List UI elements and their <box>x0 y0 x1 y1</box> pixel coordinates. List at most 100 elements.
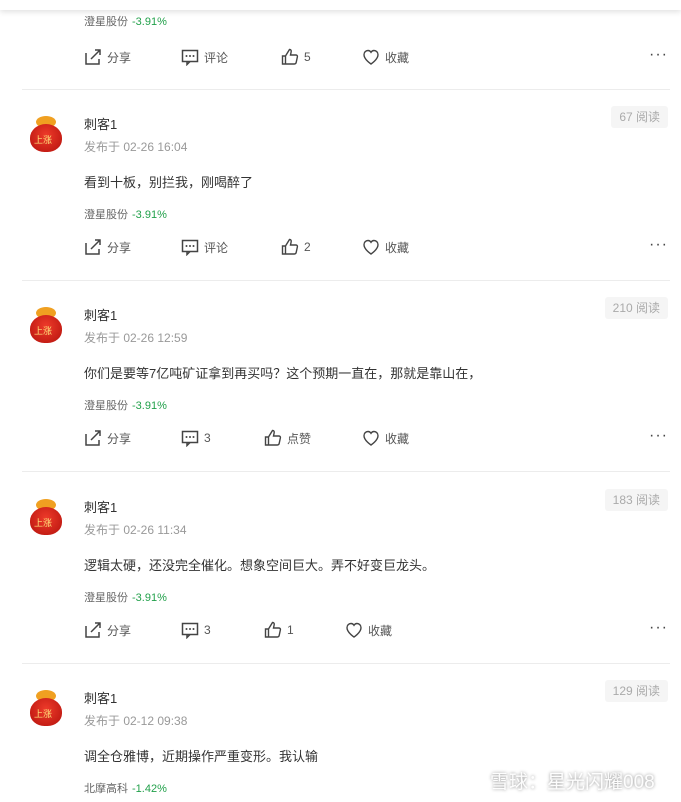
comment-count: 3 <box>204 623 211 637</box>
like-button[interactable]: 1 <box>264 619 294 641</box>
post-content[interactable]: 逻辑太硬，还没完全催化。想象空间巨大。弄不好变巨龙头。 <box>84 555 435 574</box>
stock-tag[interactable]: 澄星股份 -3.91% <box>84 13 167 29</box>
username[interactable]: 刺客1 <box>84 114 117 133</box>
stock-name[interactable]: 澄星股份 <box>84 400 128 412</box>
share-icon <box>85 430 101 446</box>
post-time: 发布于 02-26 12:59 <box>84 331 188 345</box>
share-icon <box>85 622 101 638</box>
more-menu-button[interactable]: ··· <box>649 236 668 254</box>
username[interactable]: 刺客1 <box>84 688 117 707</box>
like-count: 2 <box>304 240 311 254</box>
favorite-label: 收藏 <box>385 50 410 65</box>
avatar[interactable]: 上涨 <box>24 114 68 162</box>
favorite-label: 收藏 <box>385 240 410 255</box>
read-count-badge: 67 阅读 <box>611 106 668 128</box>
share-button[interactable]: 分享 <box>84 619 131 641</box>
avatar-text: 上涨 <box>34 519 53 529</box>
stock-tag[interactable]: 澄星股份 -3.91% <box>84 589 167 605</box>
top-partial-post: 澄星股份 -3.91% 分享 评论 5 收藏 ··· <box>22 0 670 90</box>
post-time: 发布于 02-26 11:34 <box>84 523 187 537</box>
like-button[interactable]: 点赞 <box>264 427 311 449</box>
share-label: 分享 <box>107 431 132 446</box>
favorite-label: 收藏 <box>385 431 410 446</box>
stock-tag[interactable]: 澄星股份 -3.91% <box>84 397 167 413</box>
top-bar-shadow <box>0 0 681 10</box>
post-time: 发布于 02-26 16:04 <box>84 140 188 154</box>
stock-change: -3.91% <box>132 400 167 412</box>
watermark-text: 雪球：星光闪耀008 <box>490 772 655 793</box>
post-content[interactable]: 调全仓雅博，近期操作严重变形。我认输 <box>84 746 318 765</box>
stock-name[interactable]: 北摩高科 <box>84 783 128 795</box>
share-icon <box>85 239 101 255</box>
share-label: 分享 <box>107 240 132 255</box>
thumbs-up-icon <box>264 621 282 638</box>
more-menu-button[interactable]: ··· <box>649 619 668 637</box>
like-count: 1 <box>287 623 294 637</box>
avatar-text: 上涨 <box>34 136 53 146</box>
post-time: 发布于 02-12 09:38 <box>84 714 188 728</box>
favorite-button[interactable]: 收藏 <box>345 619 392 641</box>
heart-icon <box>363 430 379 446</box>
stock-change: -3.91% <box>132 592 167 604</box>
heart-icon <box>363 49 379 65</box>
comment-button[interactable]: 评论 <box>181 236 228 258</box>
post-feed: 澄星股份 -3.91% 分享 评论 5 收藏 ··· 上涨 刺客1 发布于 02… <box>0 0 681 802</box>
snowball-logo-icon <box>465 770 485 791</box>
like-count: 5 <box>304 50 311 64</box>
avatar-text: 上涨 <box>34 710 53 720</box>
share-icon <box>85 49 101 65</box>
share-button[interactable]: 分享 <box>84 427 131 449</box>
share-button[interactable]: 分享 <box>84 46 131 68</box>
stock-name[interactable]: 澄星股份 <box>84 209 128 221</box>
thumbs-up-icon <box>281 48 299 65</box>
comment-button[interactable]: 3 <box>181 427 211 449</box>
share-label: 分享 <box>107 50 132 65</box>
stock-change: -3.91% <box>132 209 167 221</box>
heart-icon <box>363 239 379 255</box>
like-button[interactable]: 5 <box>281 46 311 68</box>
favorite-button[interactable]: 收藏 <box>362 427 409 449</box>
comment-icon <box>181 430 199 447</box>
avatar[interactable]: 上涨 <box>24 305 68 353</box>
action-bar: 分享 3 点赞 收藏 ··· <box>84 427 670 449</box>
more-menu-button[interactable]: ··· <box>649 46 668 64</box>
site-watermark: 雪球：星光闪耀008 <box>464 767 655 794</box>
comment-button[interactable]: 3 <box>181 619 211 641</box>
comment-label: 评论 <box>204 240 229 255</box>
share-label: 分享 <box>107 623 132 638</box>
comment-icon <box>181 239 199 256</box>
action-bar: 分享 3 1 收藏 ··· <box>84 619 670 641</box>
comment-count: 3 <box>204 431 211 445</box>
stock-name[interactable]: 澄星股份 <box>84 592 128 604</box>
share-button[interactable]: 分享 <box>84 236 131 258</box>
comment-label: 评论 <box>204 50 229 65</box>
username[interactable]: 刺客1 <box>84 497 117 516</box>
username[interactable]: 刺客1 <box>84 305 117 324</box>
favorite-button[interactable]: 收藏 <box>362 236 409 258</box>
thumbs-up-icon <box>264 429 282 446</box>
action-bar: 分享 评论 2 收藏 ··· <box>84 236 670 258</box>
post-card: 上涨 刺客1 发布于 02-26 11:34 183 阅读 逻辑太硬，还没完全催… <box>22 489 670 664</box>
action-bar: 分享 评论 5 收藏 ··· <box>84 46 670 68</box>
more-menu-button[interactable]: ··· <box>649 427 668 445</box>
like-button[interactable]: 2 <box>281 236 311 258</box>
read-count-badge: 210 阅读 <box>604 297 668 319</box>
avatar[interactable]: 上涨 <box>24 688 68 736</box>
read-count-badge: 183 阅读 <box>604 489 668 511</box>
like-label: 点赞 <box>287 431 312 446</box>
avatar-text: 上涨 <box>34 327 53 337</box>
post-card: 上涨 刺客1 发布于 02-26 12:59 210 阅读 你们是要等7亿吨矿证… <box>22 297 670 472</box>
post-content[interactable]: 看到十板，别拦我，刚喝醉了 <box>84 172 253 191</box>
stock-tag[interactable]: 北摩高科 -1.42% <box>84 780 167 796</box>
post-card: 上涨 刺客1 发布于 02-26 16:04 67 阅读 看到十板，别拦我，刚喝… <box>22 106 670 281</box>
post-content[interactable]: 你们是要等7亿吨矿证拿到再买吗？这个预期一直在，那就是靠山在， <box>84 363 481 382</box>
comment-button[interactable]: 评论 <box>181 46 228 68</box>
favorite-label: 收藏 <box>368 623 393 638</box>
comment-icon <box>181 622 199 639</box>
avatar[interactable]: 上涨 <box>24 497 68 545</box>
read-count-badge: 129 阅读 <box>604 680 668 702</box>
stock-name[interactable]: 澄星股份 <box>84 16 128 28</box>
favorite-button[interactable]: 收藏 <box>362 46 409 68</box>
stock-tag[interactable]: 澄星股份 -3.91% <box>84 206 167 222</box>
stock-change: -1.42% <box>132 783 167 795</box>
